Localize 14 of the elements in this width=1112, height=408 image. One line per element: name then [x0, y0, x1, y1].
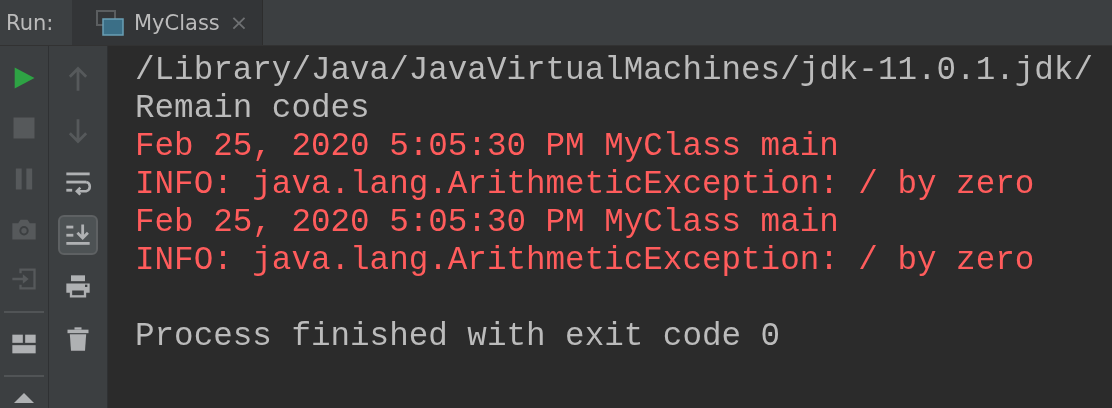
- scroll-end-button[interactable]: [58, 215, 98, 255]
- console-line: Feb 25, 2020 5:05:30 PM MyClass main: [135, 128, 840, 166]
- tab-label: MyClass: [134, 10, 220, 35]
- console-line: Process finished with exit code 0: [135, 318, 782, 356]
- console-line: INFO: java.lang.ArithmeticException: / by zero: [135, 242, 1036, 280]
- window-icon: [96, 9, 124, 36]
- console-line: /Library/Java/JavaVirtualMachines/jdk-11.0.1.jdk/: [135, 52, 1094, 90]
- console-line: Remain codes: [135, 90, 371, 128]
- console-line: INFO: java.lang.ArithmeticException: / by zero: [135, 166, 1036, 204]
- caret-icon: [14, 393, 34, 404]
- console-line: Feb 25, 2020 5:05:30 PM MyClass main: [135, 204, 840, 242]
- console-tab[interactable]: MyClass ×: [72, 0, 264, 45]
- printer-icon: [64, 273, 92, 301]
- run-label: Run:: [5, 9, 55, 37]
